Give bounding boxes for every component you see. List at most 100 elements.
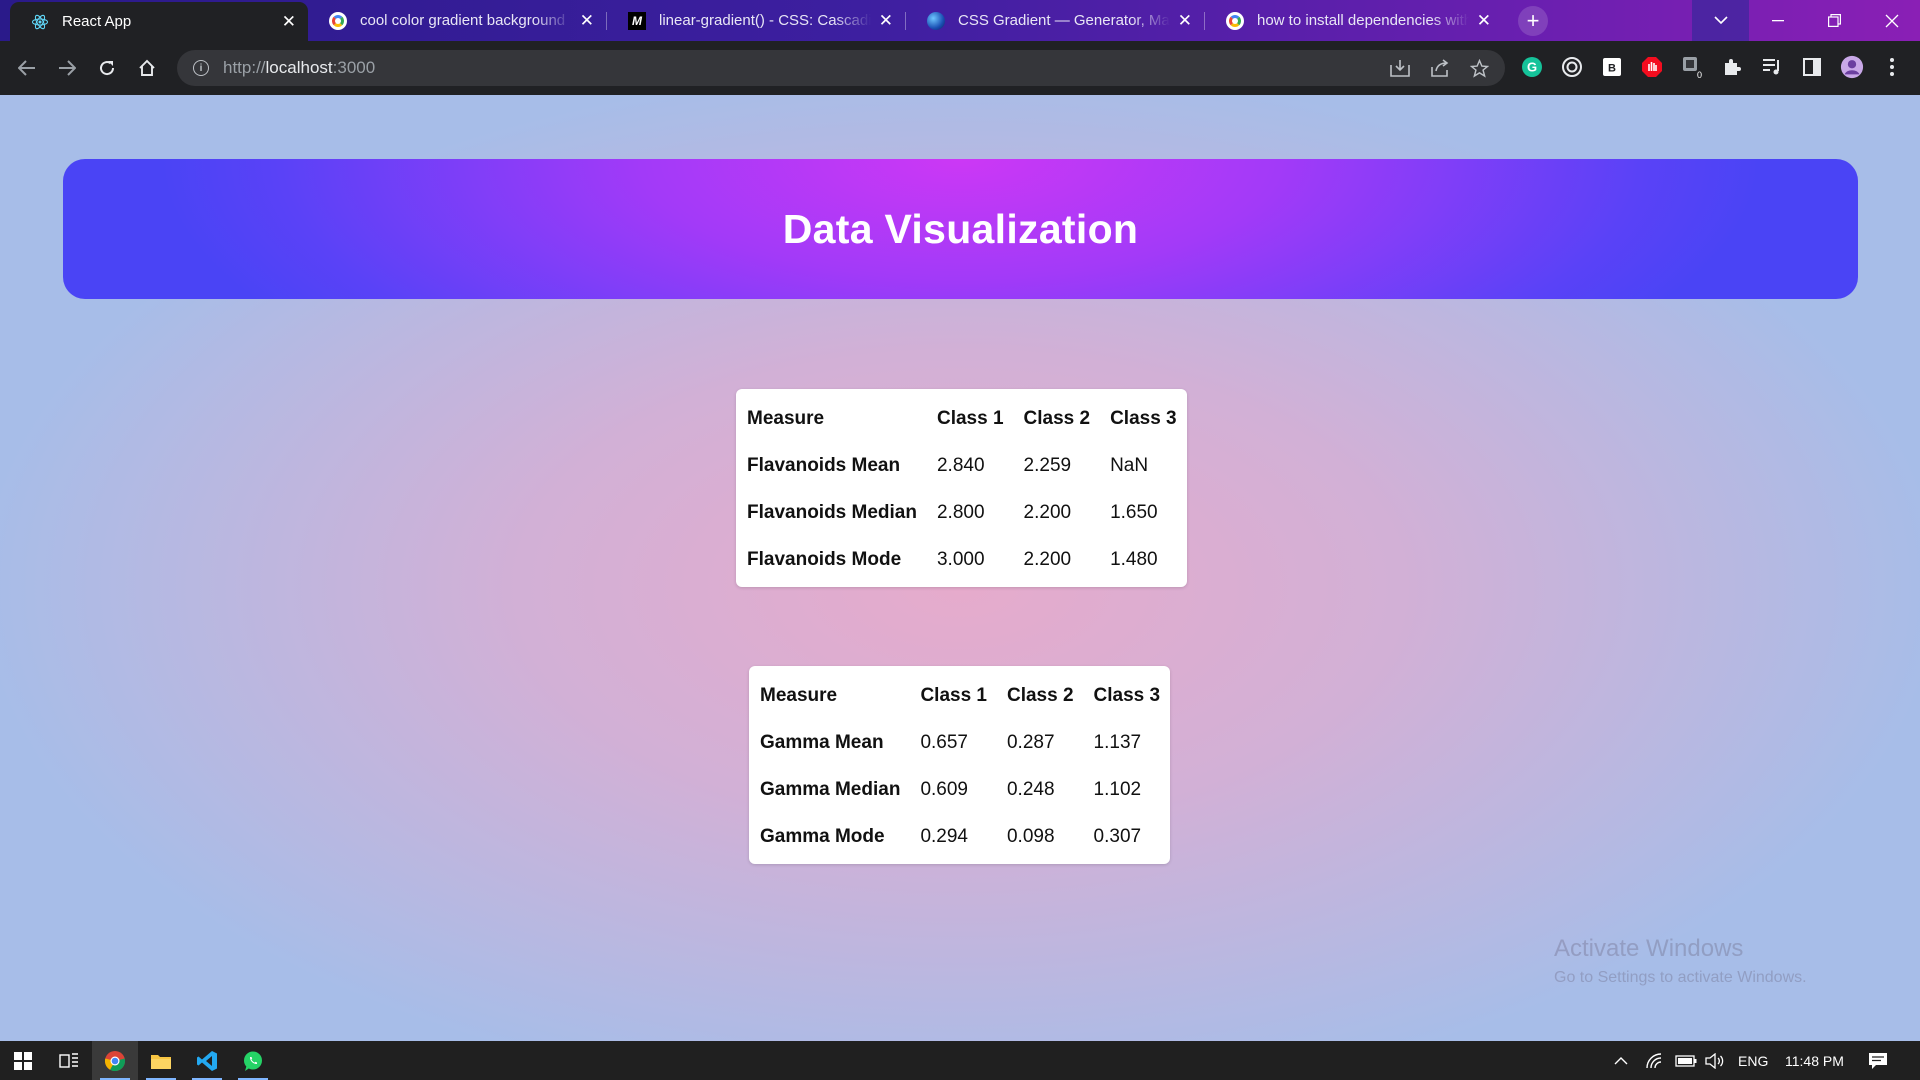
b-extension-icon[interactable]: B <box>1600 55 1624 79</box>
restore-button[interactable] <box>1806 0 1863 41</box>
battery-icon <box>1675 1054 1697 1067</box>
notifications-button[interactable] <box>1868 1041 1888 1080</box>
tab-close-icon[interactable]: ✕ <box>1178 11 1192 31</box>
table-cell: 1.650 <box>1110 501 1158 523</box>
tab-close-icon[interactable]: ✕ <box>580 11 594 31</box>
tab-close-icon[interactable]: ✕ <box>1477 11 1491 31</box>
address-bar[interactable]: i http://localhost:3000 <box>177 50 1505 86</box>
mdn-icon: M <box>627 11 647 31</box>
forward-button[interactable] <box>53 54 81 82</box>
tab-title: linear-gradient() - CSS: Cascading <box>659 12 871 29</box>
task-view-icon <box>59 1052 78 1068</box>
table-cell: 3.000 <box>936 548 985 570</box>
column-header: Class 3 <box>1093 684 1161 706</box>
table-row: Flavanoids Median 2.800 2.200 1.650 <box>747 489 1177 536</box>
new-tab-button[interactable]: + <box>1518 6 1548 36</box>
tab-mdn-linear-gradient[interactable]: M linear-gradient() - CSS: Cascading ✕ <box>607 0 905 41</box>
table-cell: 1.102 <box>1093 778 1142 800</box>
tab-search-button[interactable] <box>1692 0 1749 41</box>
arrow-right-icon <box>59 60 76 76</box>
svg-text:0: 0 <box>1697 70 1702 79</box>
chevron-down-icon <box>1713 16 1728 25</box>
chevron-up-icon <box>1614 1057 1628 1065</box>
tab-css-gradient-generator[interactable]: CSS Gradient — Generator, Maker ✕ <box>906 0 1204 41</box>
watermark-title: Activate Windows <box>1554 935 1744 962</box>
battery-button[interactable] <box>1675 1041 1697 1080</box>
page-content: Data Visualization Measure Class 1 Class… <box>0 95 1920 1041</box>
extension-badge-icon[interactable]: 0 <box>1680 55 1704 79</box>
language-indicator[interactable]: ENG <box>1738 1041 1768 1080</box>
home-icon <box>139 59 155 76</box>
reload-icon <box>100 61 115 76</box>
browser-toolbar: i http://localhost:3000 G B 0 <box>0 41 1920 95</box>
table-cell: 2.800 <box>936 501 985 523</box>
activate-windows-watermark: Activate Windows Go to Settings to activ… <box>1554 935 1807 987</box>
clock[interactable]: 11:48 PM <box>1785 1041 1844 1080</box>
table-row: Gamma Median 0.609 0.248 1.102 <box>760 766 1160 813</box>
wifi-icon <box>1646 1052 1662 1068</box>
adblock-icon[interactable] <box>1640 55 1664 79</box>
table-cell: 0.307 <box>1093 825 1142 847</box>
close-window-button[interactable] <box>1863 0 1920 41</box>
install-app-icon[interactable] <box>1390 59 1410 82</box>
show-hidden-icons-button[interactable] <box>1614 1041 1628 1080</box>
share-icon[interactable] <box>1430 59 1450 82</box>
reload-button[interactable] <box>93 54 121 82</box>
column-header: Class 1 <box>920 684 987 706</box>
side-panel-icon[interactable] <box>1800 55 1824 79</box>
site-info-icon[interactable]: i <box>193 60 209 76</box>
column-header: Measure <box>747 407 825 429</box>
row-header: Gamma Mean <box>760 731 884 753</box>
table-cell: 1.480 <box>1110 548 1158 570</box>
tab-title: React App <box>62 13 132 30</box>
table-cell: 0.248 <box>1006 778 1055 800</box>
header-banner: Data Visualization <box>63 159 1858 299</box>
google-icon <box>1225 11 1245 31</box>
cssgradient-icon <box>926 11 946 31</box>
tab-title: CSS Gradient — Generator, Maker <box>958 12 1170 29</box>
start-button[interactable] <box>0 1041 46 1080</box>
tab-google-search-gradient[interactable]: cool color gradient background ✕ <box>308 0 606 41</box>
row-header: Flavanoids Mode <box>747 548 902 570</box>
arrow-left-icon <box>18 60 35 76</box>
browser-tab-strip: React App ✕ cool color gradient backgrou… <box>0 0 1920 41</box>
table-cell: 0.294 <box>920 825 968 847</box>
tab-close-icon[interactable]: ✕ <box>282 12 296 32</box>
table-cell: 2.259 <box>1023 454 1072 476</box>
whatsapp-taskbar-button[interactable] <box>230 1041 276 1080</box>
column-header: Measure <box>760 684 838 706</box>
task-view-button[interactable] <box>46 1041 92 1080</box>
profile-avatar-icon[interactable] <box>1840 55 1864 79</box>
record-extension-icon[interactable] <box>1560 55 1584 79</box>
table-cell: NaN <box>1110 454 1149 476</box>
row-header: Flavanoids Median <box>747 501 917 523</box>
grammarly-icon[interactable]: G <box>1520 55 1544 79</box>
back-button[interactable] <box>13 54 41 82</box>
media-queue-icon[interactable] <box>1760 55 1784 79</box>
column-header: Class 2 <box>1006 684 1074 706</box>
whatsapp-icon <box>244 1051 262 1071</box>
tab-google-search-dependencies[interactable]: how to install dependencies with ✕ <box>1205 0 1503 41</box>
file-explorer-taskbar-button[interactable] <box>138 1041 184 1080</box>
minimize-button[interactable] <box>1749 0 1806 41</box>
network-button[interactable] <box>1646 1041 1664 1080</box>
table-cell: 0.098 <box>1006 825 1055 847</box>
table-cell: 0.609 <box>920 778 968 800</box>
page-title: Data Visualization <box>782 205 1139 252</box>
table-cell: 1.137 <box>1093 731 1142 753</box>
vscode-taskbar-button[interactable] <box>184 1041 230 1080</box>
home-button[interactable] <box>133 54 161 82</box>
flavanoids-table: Measure Class 1 Class 2 Class 3 Flavanoi… <box>736 389 1187 587</box>
volume-button[interactable] <box>1705 1041 1725 1080</box>
restore-icon <box>1828 14 1841 27</box>
bookmark-star-icon[interactable] <box>1469 58 1490 83</box>
tab-react-app[interactable]: React App ✕ <box>10 2 308 41</box>
extensions-puzzle-icon[interactable] <box>1720 55 1744 79</box>
minimize-icon <box>1771 19 1784 21</box>
more-menu-icon[interactable] <box>1880 55 1904 79</box>
close-icon <box>1885 14 1898 27</box>
tab-close-icon[interactable]: ✕ <box>879 11 893 31</box>
tab-title: cool color gradient background <box>360 12 566 29</box>
svg-text:B: B <box>1608 63 1616 75</box>
chrome-taskbar-button[interactable] <box>92 1041 138 1080</box>
